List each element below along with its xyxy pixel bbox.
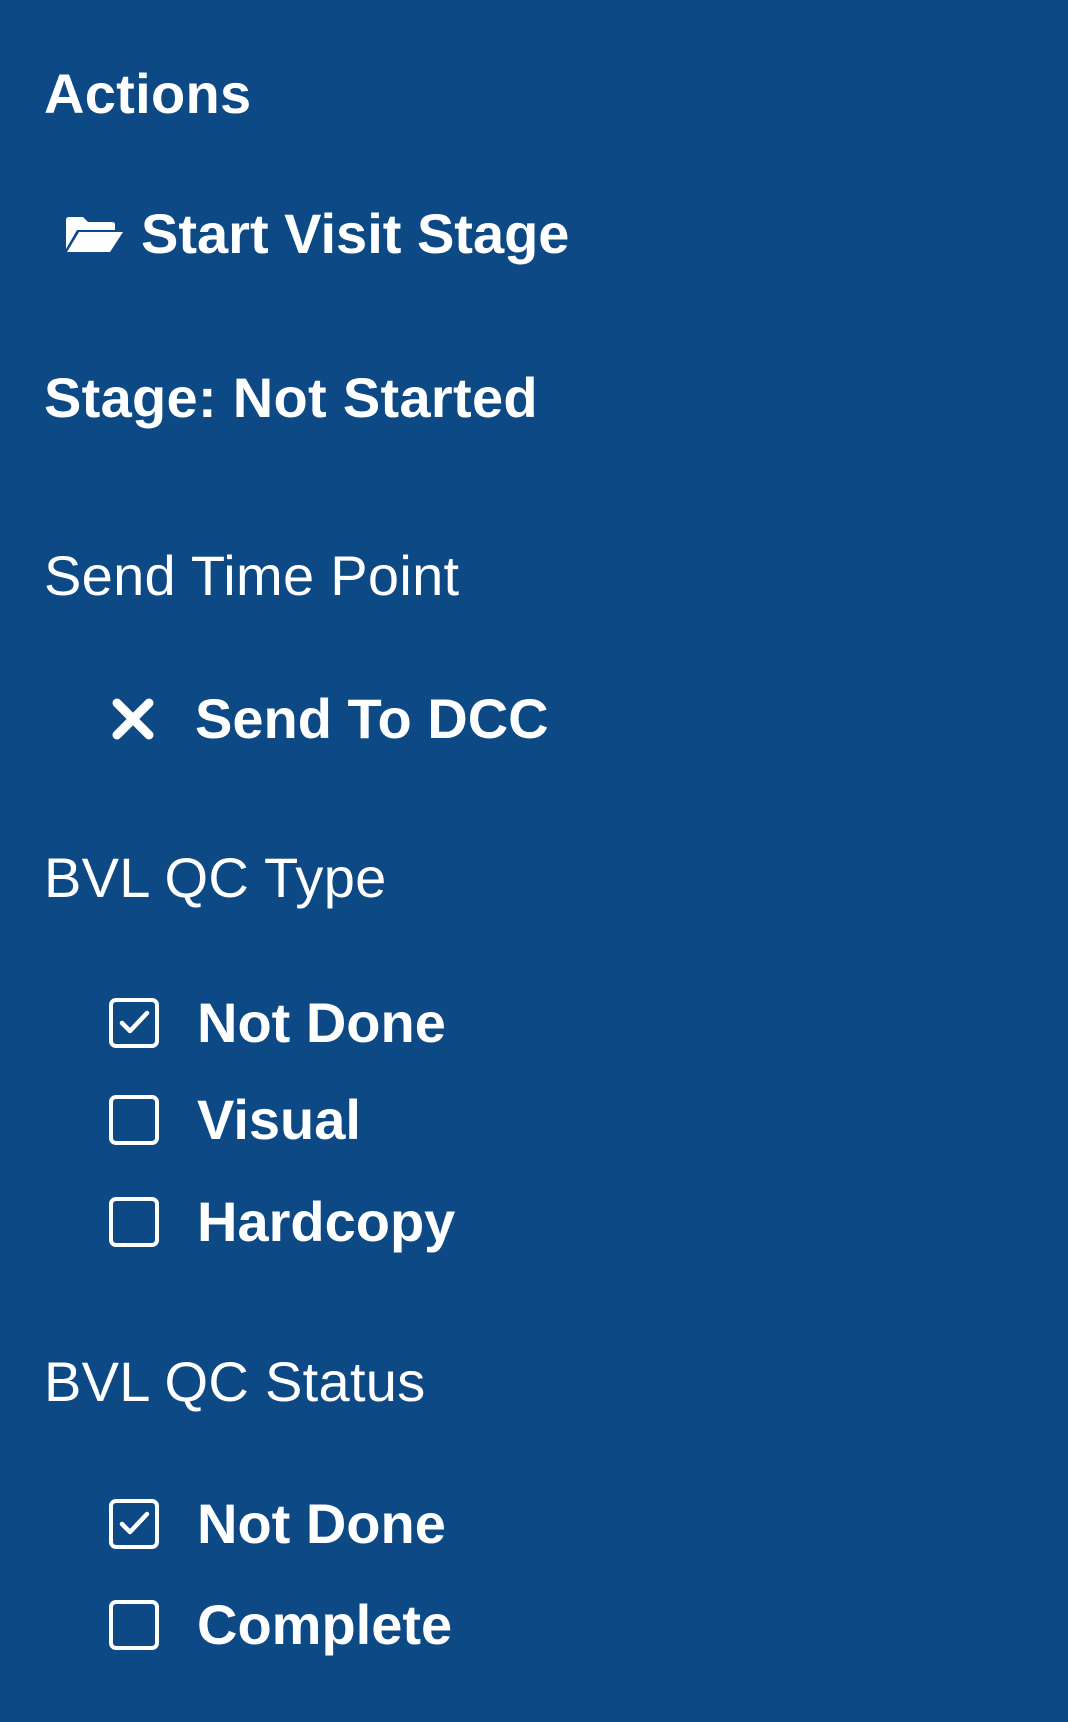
- bvl-qc-type-option-label: Visual: [197, 1088, 361, 1151]
- checkbox-checked-icon[interactable]: [109, 998, 159, 1048]
- start-visit-stage-link[interactable]: Start Visit Stage: [64, 206, 569, 262]
- send-time-point-heading: Send Time Point: [44, 544, 460, 607]
- send-to-dcc-label: Send To DCC: [195, 687, 549, 750]
- bvl-qc-type-option-label: Hardcopy: [197, 1190, 456, 1253]
- bvl-qc-status-complete-option[interactable]: Complete: [109, 1597, 452, 1653]
- close-icon: [110, 696, 156, 742]
- bvl-qc-status-not-done-option[interactable]: Not Done: [109, 1496, 446, 1552]
- checkbox-unchecked-icon[interactable]: [109, 1600, 159, 1650]
- checkbox-unchecked-icon[interactable]: [109, 1095, 159, 1145]
- bvl-qc-type-not-done-option[interactable]: Not Done: [109, 995, 446, 1051]
- bvl-qc-type-visual-option[interactable]: Visual: [109, 1092, 361, 1148]
- stage-status-text: Stage: Not Started: [44, 366, 538, 429]
- send-to-dcc-link[interactable]: Send To DCC: [110, 691, 549, 747]
- start-visit-stage-label: Start Visit Stage: [141, 202, 570, 265]
- bvl-qc-type-heading: BVL QC Type: [44, 846, 387, 909]
- bvl-qc-status-heading: BVL QC Status: [44, 1350, 426, 1413]
- actions-panel: Actions Start Visit Stage Stage: Not Sta…: [0, 0, 1068, 1722]
- checkbox-checked-icon[interactable]: [109, 1499, 159, 1549]
- bvl-qc-status-option-label: Complete: [197, 1593, 453, 1656]
- actions-heading: Actions: [44, 62, 252, 125]
- bvl-qc-type-hardcopy-option[interactable]: Hardcopy: [109, 1194, 455, 1250]
- bvl-qc-status-option-label: Not Done: [197, 1492, 446, 1555]
- folder-open-icon: [64, 214, 124, 254]
- checkbox-unchecked-icon[interactable]: [109, 1197, 159, 1247]
- bvl-qc-type-option-label: Not Done: [197, 991, 446, 1054]
